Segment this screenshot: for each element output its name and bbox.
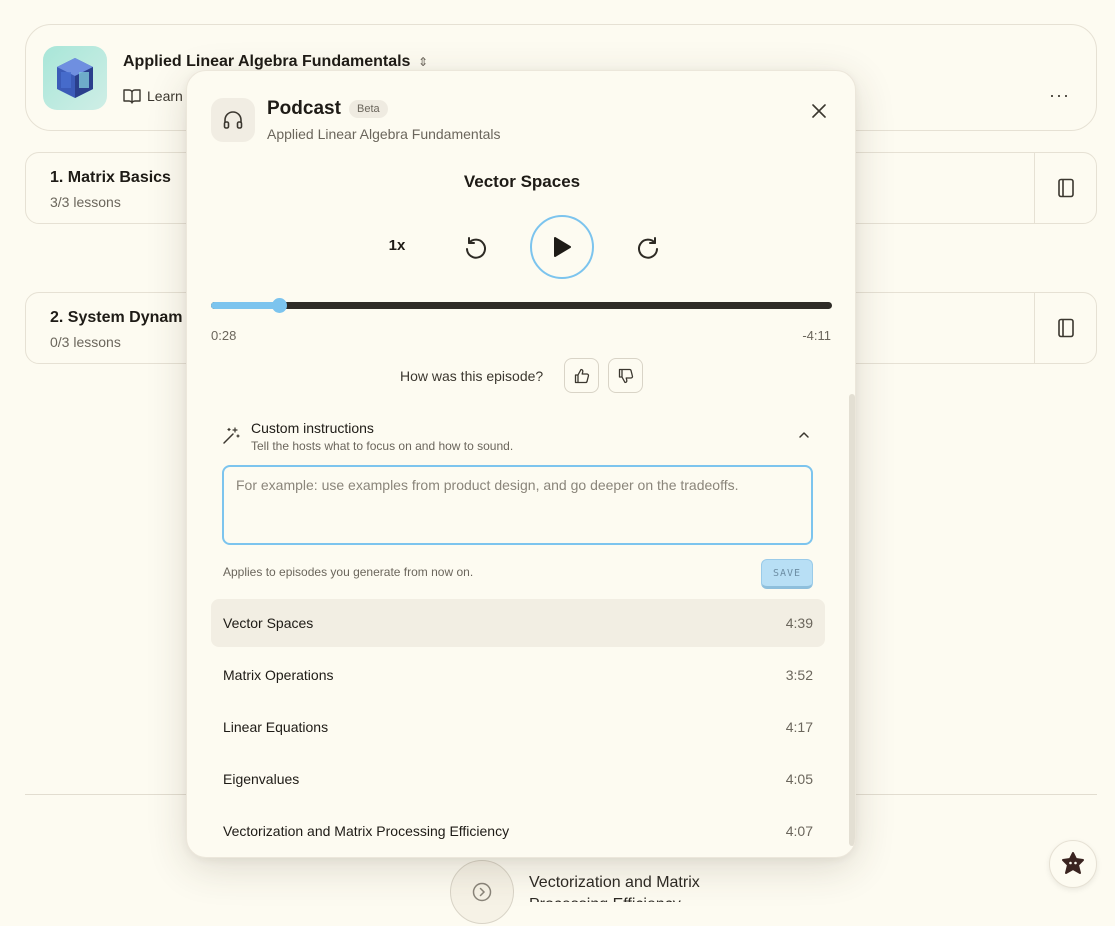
feedback-prompt: How was this episode? xyxy=(400,368,544,384)
episode-item[interactable]: Vector Spaces 4:39 xyxy=(211,599,825,647)
notebook-icon xyxy=(1057,178,1074,198)
next-lesson-button[interactable] xyxy=(450,860,514,924)
episode-duration: 4:17 xyxy=(785,719,813,735)
notebook-button[interactable] xyxy=(1034,153,1096,223)
podcast-subtitle: Applied Linear Algebra Fundamentals xyxy=(267,126,501,142)
section-title: 2. System Dynam xyxy=(50,309,183,326)
episode-item[interactable]: Linear Equations 4:17 xyxy=(211,703,825,751)
podcast-modal: Podcast Beta Applied Linear Algebra Fund… xyxy=(186,70,856,858)
podcast-title: Podcast xyxy=(267,98,341,119)
book-icon xyxy=(123,89,141,104)
close-icon[interactable] xyxy=(807,99,831,123)
progress-slider[interactable] xyxy=(211,298,832,313)
episode-item[interactable]: Vectorization and Matrix Processing Effi… xyxy=(211,807,825,855)
more-options-icon[interactable]: ··· xyxy=(1049,85,1070,106)
episode-list: Vector Spaces 4:39 Matrix Operations 3:5… xyxy=(211,599,825,857)
course-title[interactable]: Applied Linear Algebra Fundamentals xyxy=(123,53,410,71)
episode-title: Matrix Operations xyxy=(223,667,334,683)
chevron-up-icon[interactable] xyxy=(797,428,811,442)
episode-duration: 4:39 xyxy=(785,615,813,631)
play-button[interactable] xyxy=(530,215,594,279)
magic-wand-icon xyxy=(223,427,240,444)
notebook-icon xyxy=(1057,318,1074,338)
beta-badge: Beta xyxy=(349,100,388,118)
section-title: 1. Matrix Basics xyxy=(50,169,171,186)
course-switcher-icon[interactable]: ⇕ xyxy=(418,55,428,69)
thumbs-up-button[interactable] xyxy=(564,358,599,393)
headphones-icon xyxy=(211,98,255,142)
play-circle-icon xyxy=(472,882,492,902)
custom-instructions-subtitle: Tell the hosts what to focus on and how … xyxy=(251,439,514,453)
custom-instructions-note: Applies to episodes you generate from no… xyxy=(223,565,474,579)
playback-speed-button[interactable]: 1x xyxy=(382,237,412,254)
progress-thumb[interactable] xyxy=(272,298,288,313)
episode-item[interactable]: Eigenvalues 4:05 xyxy=(211,755,825,803)
next-lesson-title: Vectorization and Matrix Processing Effi… xyxy=(529,874,700,902)
mascot-icon xyxy=(1062,852,1084,874)
section-progress: 3/3 lessons xyxy=(50,194,121,210)
course-thumbnail xyxy=(43,46,107,110)
thumbs-up-icon xyxy=(574,368,589,383)
episode-item[interactable]: Matrix Operations 3:52 xyxy=(211,651,825,699)
remaining-time: -4:11 xyxy=(802,328,831,343)
thumbs-down-button[interactable] xyxy=(608,358,643,393)
modal-scrollbar[interactable] xyxy=(849,394,855,846)
learn-label: Learn xyxy=(147,88,183,104)
section-progress: 0/3 lessons xyxy=(50,334,121,350)
save-button[interactable]: SAVE xyxy=(761,559,813,589)
cube-icon xyxy=(57,58,93,98)
learn-tab[interactable]: Learn xyxy=(123,88,183,104)
episode-duration: 3:52 xyxy=(785,667,813,683)
episode-title: Vector Spaces xyxy=(223,615,314,631)
episode-duration: 4:07 xyxy=(785,823,813,839)
progress-fill xyxy=(211,302,280,309)
assistant-button[interactable] xyxy=(1049,840,1097,888)
forward-icon[interactable] xyxy=(635,235,661,261)
play-icon xyxy=(554,237,571,257)
thumbs-down-icon xyxy=(618,368,633,383)
episode-title: Eigenvalues xyxy=(223,771,300,787)
episode-title: Vectorization and Matrix Processing Effi… xyxy=(223,823,510,839)
elapsed-time: 0:28 xyxy=(211,328,237,343)
notebook-button[interactable] xyxy=(1034,293,1096,363)
episode-duration: 4:05 xyxy=(785,771,813,787)
episode-title: Linear Equations xyxy=(223,719,329,735)
custom-instructions-title[interactable]: Custom instructions xyxy=(251,420,374,436)
custom-instructions-input[interactable] xyxy=(222,465,813,545)
rewind-icon[interactable] xyxy=(463,235,489,261)
current-episode-title: Vector Spaces xyxy=(463,172,581,191)
